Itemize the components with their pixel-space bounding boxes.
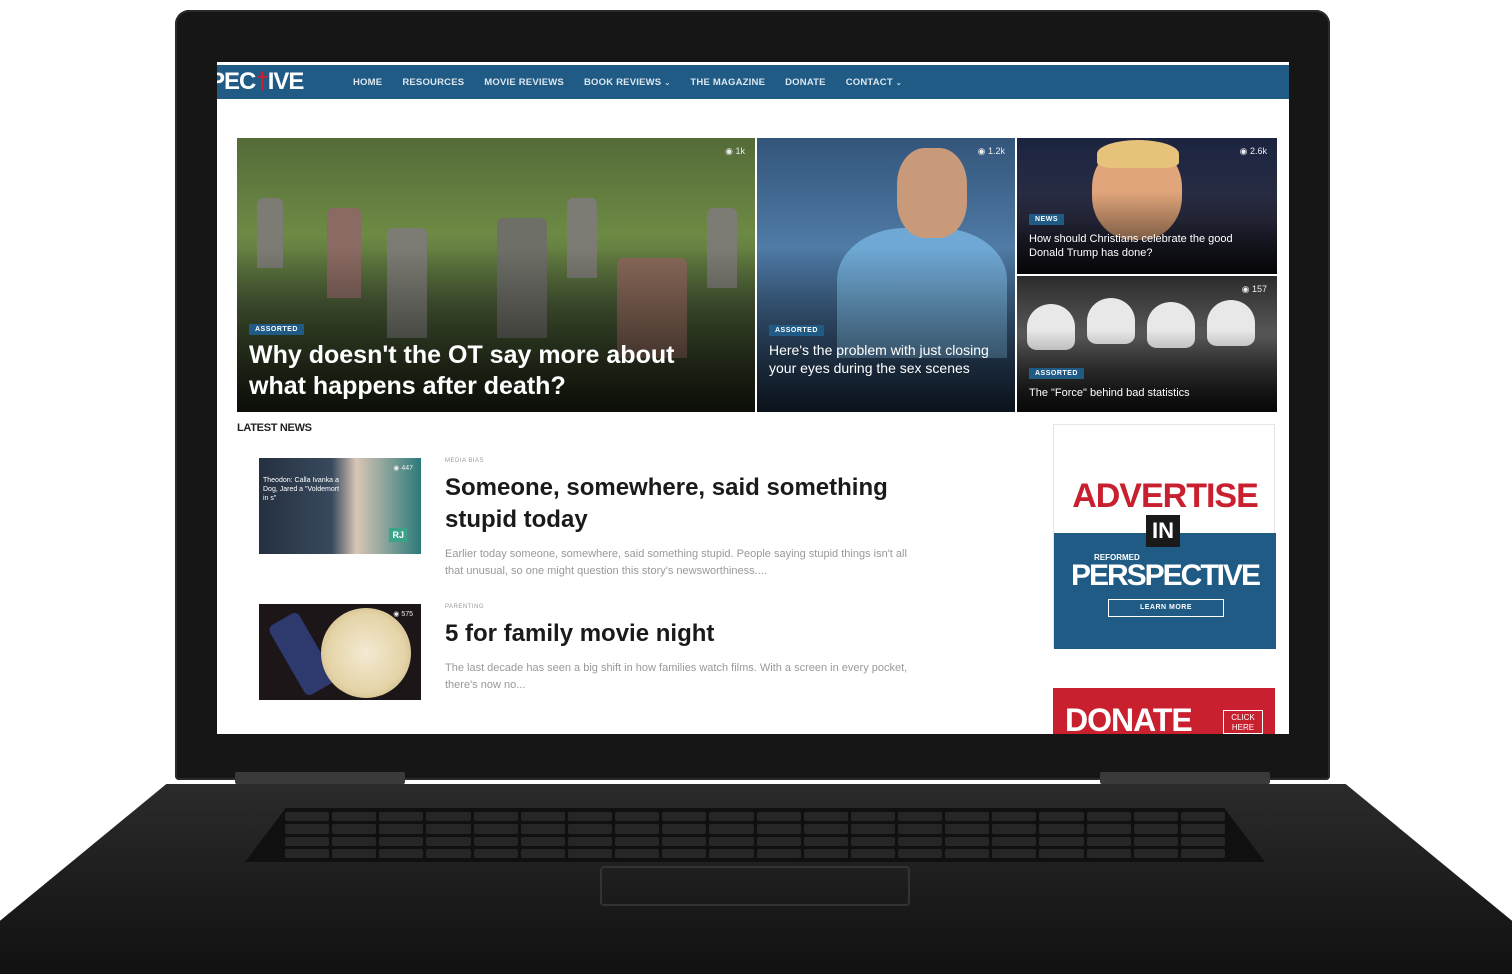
click-here-button[interactable]: CLICK HERE (1223, 710, 1263, 734)
article-thumbnail[interactable]: ◉ 575 (259, 604, 421, 700)
logo-badge: RJ (389, 528, 407, 542)
advertise-banner[interactable]: ADVERTISE IN REFORMED PERSPECTIVE LEARN … (1053, 424, 1276, 649)
featured-post-fourth[interactable]: ◉ 157 ASSORTED The "Force" behind bad st… (1017, 276, 1277, 412)
list-item: Theodon: Calla Ivanka a Dog, Jared a "Vo… (259, 458, 1019, 577)
featured-headline[interactable]: How should Christians celebrate the good… (1029, 233, 1269, 261)
latest-news-heading: LATEST NEWS (237, 422, 312, 434)
laptop-hinge-right (1100, 772, 1270, 784)
featured-grid: ◉ 1k ASSORTED Why doesn't the OT say mor… (237, 138, 1277, 412)
category-badge[interactable]: ASSORTED (769, 325, 824, 336)
featured-headline[interactable]: Here's the problem with just closing you… (769, 342, 999, 377)
article-category[interactable]: PARENTING (445, 604, 484, 610)
category-badge[interactable]: NEWS (1029, 214, 1064, 225)
laptop-screen: PEC†IVE HOME RESOURCES MOVIE REVIEWS BOO… (217, 62, 1289, 734)
featured-post-second[interactable]: ◉ 1.2k ASSORTED Here's the problem with … (757, 138, 1015, 412)
view-count: ◉ 575 (393, 611, 413, 618)
learn-more-button[interactable]: LEARN MORE (1108, 599, 1224, 617)
article-excerpt: Earlier today someone, somewhere, said s… (445, 548, 907, 577)
list-item: ◉ 575 PARENTING 5 for family movie night… (259, 604, 1019, 704)
article-thumbnail[interactable]: Theodon: Calla Ivanka a Dog, Jared a "Vo… (259, 458, 421, 554)
category-badge[interactable]: ASSORTED (249, 324, 304, 335)
featured-headline[interactable]: The "Force" behind bad statistics (1029, 387, 1269, 401)
nav-item-movie-reviews[interactable]: MOVIE REVIEWS (474, 77, 574, 88)
article-title[interactable]: 5 for family movie night (445, 618, 965, 650)
featured-post-main[interactable]: ◉ 1k ASSORTED Why doesn't the OT say mor… (237, 138, 755, 412)
chevron-down-icon: ⌄ (895, 79, 902, 87)
site-logo[interactable]: PEC†IVE (217, 68, 335, 96)
article-category[interactable]: MEDIA BIAS (445, 458, 484, 464)
article-excerpt: The last decade has seen a big shift in … (445, 662, 908, 691)
nav-item-resources[interactable]: RESOURCES (392, 77, 474, 88)
laptop-keyboard (245, 808, 1265, 862)
chevron-down-icon: ⌄ (664, 79, 671, 87)
top-navbar: PEC†IVE HOME RESOURCES MOVIE REVIEWS BOO… (217, 65, 1289, 99)
view-count: ◉ 1.2k (977, 146, 1005, 156)
laptop-trackpad (600, 866, 910, 906)
nav-item-donate[interactable]: DONATE (775, 77, 836, 88)
nav-menu: HOME RESOURCES MOVIE REVIEWS BOOK REVIEW… (343, 77, 912, 88)
nav-item-book-reviews[interactable]: BOOK REVIEWS ⌄ (574, 77, 680, 88)
donate-banner[interactable]: DONATE CLICK HERE (1053, 688, 1275, 734)
view-count: ◉ 2.6k (1239, 146, 1267, 156)
category-badge[interactable]: ASSORTED (1029, 368, 1084, 379)
view-count: ◉ 1k (725, 146, 745, 156)
featured-post-third[interactable]: ◉ 2.6k NEWS How should Christians celebr… (1017, 138, 1277, 274)
nav-item-contact[interactable]: CONTACT ⌄ (836, 77, 912, 88)
view-count: ◉ 447 (393, 465, 413, 472)
laptop-hinge-left (235, 772, 405, 784)
article-title[interactable]: Someone, somewhere, said something stupi… (445, 472, 965, 537)
featured-headline[interactable]: Why doesn't the OT say more about what h… (249, 340, 729, 403)
nav-item-the-magazine[interactable]: THE MAGAZINE (680, 77, 775, 88)
view-count: ◉ 157 (1241, 284, 1267, 294)
nav-item-home[interactable]: HOME (343, 77, 392, 88)
